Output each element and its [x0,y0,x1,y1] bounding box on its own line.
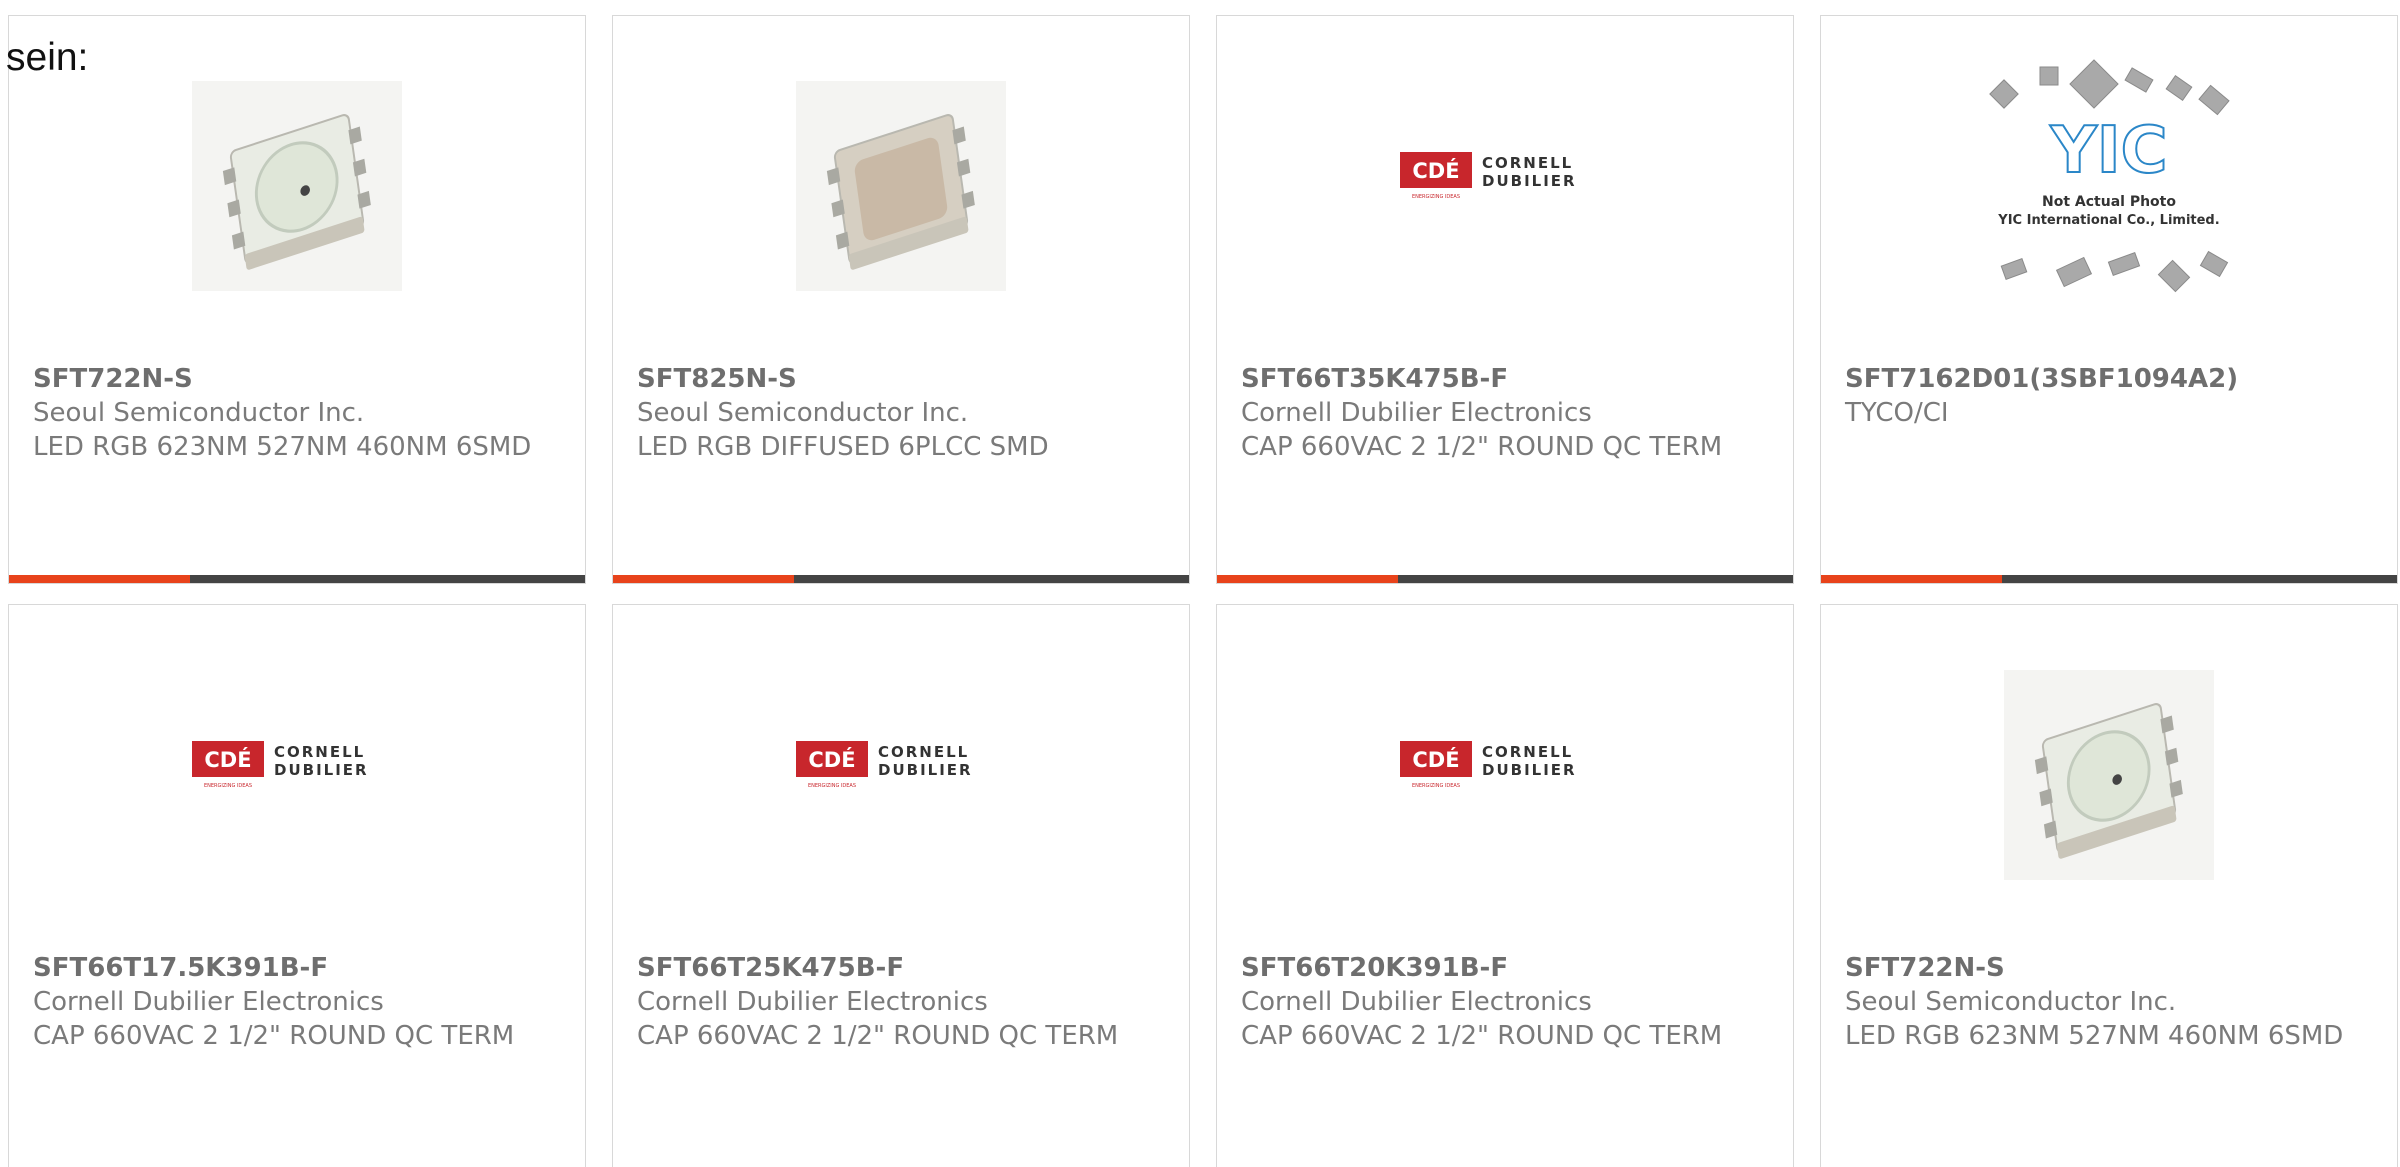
product-image: CDÉ ENERGIZING IDEAS CORNELL DUBILIER [1217,16,1793,356]
card-accent-bar [1821,575,2397,583]
product-image [9,16,585,356]
description: LED RGB 623NM 527NM 460NM 6SMD [33,432,532,462]
led-rgb-diffused-photo-image [796,81,1006,291]
card-accent-bar [9,575,585,583]
manufacturer: Cornell Dubilier Electronics [1241,987,1592,1017]
product-card[interactable]: SFT722N-S Seoul Semiconductor Inc. LED R… [1820,604,2398,1167]
manufacturer: Seoul Semiconductor Inc. [1845,987,2177,1017]
svg-text:CDÉ: CDÉ [1412,158,1459,183]
product-card[interactable]: CDÉ ENERGIZING IDEAS CORNELL DUBILIER SF… [8,604,586,1167]
manufacturer: Seoul Semiconductor Inc. [637,398,969,428]
product-card[interactable]: CDÉ ENERGIZING IDEAS CORNELL DUBILIER SF… [1216,604,1794,1167]
part-number: SFT722N-S [1845,953,2005,983]
card-accent-bar [1217,575,1793,583]
part-number: SFT7162D01(3SBF1094A2) [1845,364,2239,394]
led-rgb-smd-photo-image [192,81,402,291]
svg-text:ENERGIZING IDEAS: ENERGIZING IDEAS [204,783,252,789]
product-image [613,16,1189,356]
description: CAP 660VAC 2 1/2" ROUND QC TERM [1241,432,1723,462]
product-image: CDÉ ENERGIZING IDEAS CORNELL DUBILIER [613,605,1189,945]
product-image: YIC Not Actual Photo YIC International C… [1821,16,2397,356]
svg-text:CORNELL: CORNELL [1482,743,1573,761]
svg-text:CDÉ: CDÉ [204,747,251,772]
part-number: SFT66T25K475B-F [637,953,905,983]
svg-text:CORNELL: CORNELL [1482,154,1573,172]
intro-text: sein: [6,36,89,79]
product-card[interactable]: CDÉ ENERGIZING IDEAS CORNELL DUBILIER SF… [1216,15,1794,584]
part-number: SFT66T20K391B-F [1241,953,1509,983]
part-number: SFT66T35K475B-F [1241,364,1509,394]
card-accent-bar [613,575,1189,583]
svg-text:CORNELL: CORNELL [878,743,969,761]
product-grid-page: sein: SFT722N-S Seoul Semiconductor Inc.… [0,0,2400,1167]
product-card[interactable]: SFT722N-S Seoul Semiconductor Inc. LED R… [8,15,586,584]
svg-text:YIC International Co., Limited: YIC International Co., Limited. [1997,213,2219,228]
cornell-dubilier-logo-image: CDÉ ENERGIZING IDEAS CORNELL DUBILIER [796,740,973,789]
svg-text:ENERGIZING IDEAS: ENERGIZING IDEAS [808,783,856,789]
part-number: SFT66T17.5K391B-F [33,953,329,983]
product-card[interactable]: YIC Not Actual Photo YIC International C… [1820,15,2398,584]
manufacturer: TYCO/CI [1845,398,1949,428]
product-card[interactable]: CDÉ ENERGIZING IDEAS CORNELL DUBILIER SF… [612,604,1190,1167]
svg-text:DUBILIER: DUBILIER [274,761,369,779]
svg-text:CORNELL: CORNELL [274,743,365,761]
product-image: CDÉ ENERGIZING IDEAS CORNELL DUBILIER [1217,605,1793,945]
cornell-dubilier-logo-image: CDÉ ENERGIZING IDEAS CORNELL DUBILIER [1400,151,1577,200]
description: LED RGB DIFFUSED 6PLCC SMD [637,432,1049,462]
product-image [1821,605,2397,945]
svg-text:ENERGIZING IDEAS: ENERGIZING IDEAS [1412,194,1460,200]
part-number: SFT825N-S [637,364,797,394]
svg-text:ENERGIZING IDEAS: ENERGIZING IDEAS [1412,783,1460,789]
manufacturer: Cornell Dubilier Electronics [1241,398,1592,428]
svg-text:CDÉ: CDÉ [1412,747,1459,772]
svg-text:Not Actual Photo: Not Actual Photo [2042,194,2176,210]
product-image: CDÉ ENERGIZING IDEAS CORNELL DUBILIER [9,605,585,945]
description: CAP 660VAC 2 1/2" ROUND QC TERM [1241,1021,1723,1051]
description: LED RGB 623NM 527NM 460NM 6SMD [1845,1021,2344,1051]
part-number: SFT722N-S [33,364,193,394]
svg-text:YIC: YIC [2049,114,2167,188]
led-rgb-smd-photo-image [2004,670,2214,880]
product-card[interactable]: SFT825N-S Seoul Semiconductor Inc. LED R… [612,15,1190,584]
yic-placeholder-image: YIC Not Actual Photo YIC International C… [1989,59,2230,293]
svg-text:DUBILIER: DUBILIER [878,761,973,779]
svg-text:DUBILIER: DUBILIER [1482,172,1577,190]
description: CAP 660VAC 2 1/2" ROUND QC TERM [33,1021,515,1051]
cornell-dubilier-logo-image: CDÉ ENERGIZING IDEAS CORNELL DUBILIER [192,740,369,789]
manufacturer: Cornell Dubilier Electronics [637,987,988,1017]
svg-text:CDÉ: CDÉ [808,747,855,772]
description: CAP 660VAC 2 1/2" ROUND QC TERM [637,1021,1119,1051]
manufacturer: Cornell Dubilier Electronics [33,987,384,1017]
svg-text:DUBILIER: DUBILIER [1482,761,1577,779]
cornell-dubilier-logo-image: CDÉ ENERGIZING IDEAS CORNELL DUBILIER [1400,740,1577,789]
manufacturer: Seoul Semiconductor Inc. [33,398,365,428]
